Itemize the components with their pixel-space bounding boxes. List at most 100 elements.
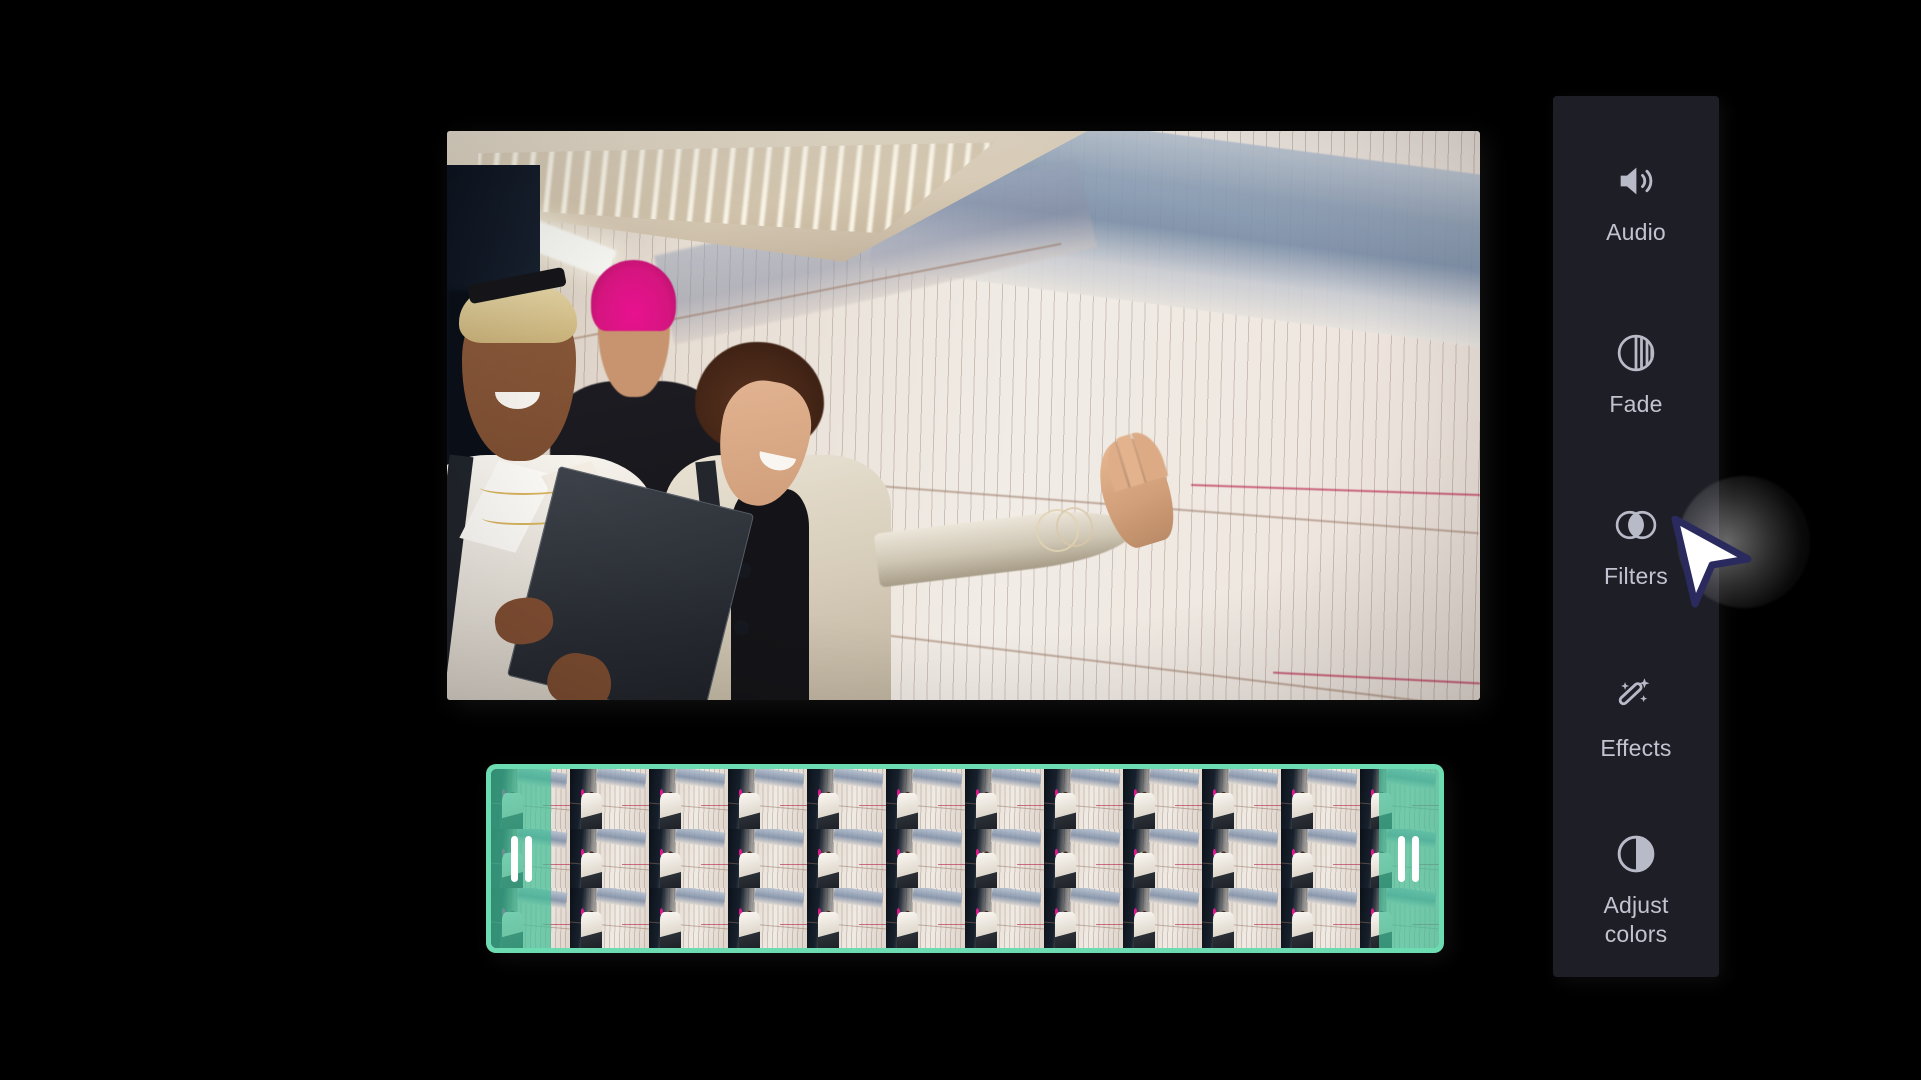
trim-handle-left-bar-1 [511,835,518,882]
filmstrip-thumbnail-grout [570,862,649,871]
filmstrip-thumbnail-pink-grout [622,864,649,866]
filmstrip-thumbnail-grout [728,921,807,930]
filmstrip-column [1123,769,1202,948]
filmstrip-thumbnail-image [965,828,1044,889]
tool-audio[interactable]: Audio [1553,116,1719,288]
filmstrip-thumbnail-image [965,888,1044,948]
filmstrip-thumbnail-grout [807,862,886,871]
filmstrip-thumbnail-pink-grout [1017,804,1044,806]
filmstrip-column [1202,769,1281,948]
filmstrip-thumbnail-image [807,769,886,829]
filmstrip-thumbnail-pink-grout [938,864,965,866]
overlapping-circles-icon [1613,502,1659,548]
filmstrip-thumbnail-pink-grout [1017,924,1044,926]
filmstrip-thumbnail-pink-grout [938,924,965,926]
timeline-clip[interactable] [486,764,1444,953]
speaker-icon [1613,158,1659,204]
filmstrip-thumbnail-pink-grout [780,864,807,866]
filmstrip-thumbnail-image [570,888,649,948]
filmstrip-thumbnail [1202,828,1281,889]
filmstrip-thumbnail-image [1202,769,1281,829]
tool-fade[interactable]: Fade [1553,288,1719,460]
filmstrip-column [1281,769,1360,948]
tool-fade-label: Fade [1609,390,1663,417]
tool-adjust-colors-label-line2: colors [1604,921,1668,947]
filmstrip-column [728,769,807,948]
filmstrip-thumbnail [649,888,728,948]
filmstrip-thumbnail-image [1202,888,1281,948]
filmstrip-thumbnail-image [1044,828,1123,889]
filmstrip-thumbnail-band [1227,828,1279,849]
filmstrip-thumbnail-pink-grout [1412,804,1439,806]
video-preview[interactable] [447,131,1480,700]
filmstrip-thumbnail-pink-grout [701,864,728,866]
filmstrip-thumbnail-grout [649,802,728,811]
filmstrip-thumbnail-pink-grout [1175,804,1202,806]
filmstrip-thumbnail-pink-grout [1333,804,1360,806]
filmstrip-thumbnail-band [1148,828,1200,849]
filmstrip-thumbnail-image [570,769,649,829]
filmstrip-thumbnail-image [886,888,965,948]
filmstrip-thumbnail-grout [1360,802,1439,811]
filmstrip-thumbnail [965,888,1044,948]
filmstrip-thumbnail-pink-grout [780,804,807,806]
filmstrip-thumbnail-image [1044,769,1123,829]
filmstrip-thumbnail-grout [886,802,965,811]
filmstrip-thumbnail [1281,828,1360,889]
filmstrip-thumbnail-pink-grout [622,924,649,926]
contrast-circle-icon [1613,831,1659,877]
tool-effects[interactable]: Effects [1553,632,1719,804]
filmstrip-thumbnail [1044,888,1123,948]
filmstrip-thumbnail [807,888,886,948]
filmstrip-thumbnail [886,828,965,889]
filmstrip-thumbnail-grout [491,921,570,930]
magic-wand-icon [1613,674,1659,720]
filmstrip-thumbnail [1123,828,1202,889]
filmstrip-thumbnail-grout [1202,802,1281,811]
filmstrip-thumbnail-grout [1044,921,1123,930]
trim-handle-right[interactable] [1398,835,1419,882]
filmstrip-thumbnail-image [807,888,886,948]
filmstrip-thumbnail-band [516,769,568,789]
filmstrip-thumbnail [1044,769,1123,829]
filmstrip-thumbnail-image [1044,888,1123,948]
filmstrip-thumbnail-image [649,769,728,829]
filmstrip-thumbnail-grout [1123,862,1202,871]
filmstrip-thumbnail-image [1360,769,1439,829]
filmstrip-thumbnail-pink-grout [1096,924,1123,926]
filmstrip-thumbnail-pink-grout [1254,924,1281,926]
trim-handle-left[interactable] [511,835,532,882]
filmstrip-thumbnail-grout [1360,921,1439,930]
filmstrip-thumbnail-band [990,888,1042,909]
filmstrip-thumbnail-pink-grout [1017,864,1044,866]
filmstrip-thumbnail-pink-grout [859,804,886,806]
filmstrip-thumbnail-pink-grout [622,804,649,806]
filmstrip-thumbnail-image [886,828,965,889]
filmstrip-thumbnail [1202,888,1281,948]
filmstrip-thumbnail-image [1202,828,1281,889]
filmstrip-thumbnail-image [570,828,649,889]
tool-adjust-colors[interactable]: Adjust colors [1553,804,1719,976]
filmstrip-thumbnail-band [990,828,1042,849]
filmstrip-thumbnail-pink-grout [859,864,886,866]
filmstrip-thumbnail-grout [807,802,886,811]
filmstrip-thumbnail-pink-grout [701,804,728,806]
filmstrip-thumbnail [728,769,807,829]
filmstrip-thumbnail-grout [1202,921,1281,930]
filmstrip-thumbnail-band [1148,888,1200,909]
tool-filters[interactable]: Filters [1553,460,1719,632]
filmstrip-column [649,769,728,948]
filmstrip-thumbnail-image [1281,828,1360,889]
filmstrip-thumbnail-band [674,828,726,849]
trim-handle-right-bar-2 [1412,835,1419,882]
filmstrip-thumbnails [491,769,1439,948]
filmstrip-column [570,769,649,948]
filmstrip-thumbnail [1123,769,1202,829]
filmstrip-thumbnail-grout [1281,862,1360,871]
filmstrip-thumbnail [886,769,965,829]
filmstrip-thumbnail [728,888,807,948]
filmstrip-thumbnail-image [1123,888,1202,948]
fade-circle-icon [1613,330,1659,376]
filmstrip-thumbnail-pink-grout [543,804,570,806]
filmstrip-thumbnail [1360,888,1439,948]
